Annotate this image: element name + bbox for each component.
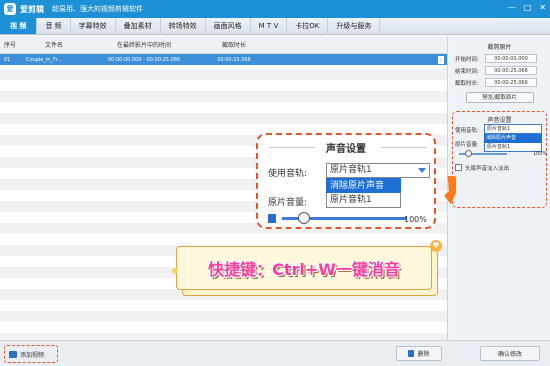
duration-field[interactable]: 00:00:25.066 [485,78,537,87]
table-row[interactable]: 01 Couple_In_Fr... 00:00:00.000 - 00:00:… [0,54,447,65]
tab-karaoke[interactable]: 卡拉OK [287,18,329,34]
callout-volume-label: 原片音量: [268,198,308,208]
right-panel: 裁剪原片 开始时间: 00:00:00.000 结束时间: 00:00:25.0… [449,36,550,340]
add-video-icon [9,350,17,358]
app-slogan: 超易用、强大的视频剪辑软件 [52,5,143,13]
tab-video[interactable]: 视 频 [0,18,38,34]
callout-volume-handle[interactable] [298,212,310,224]
row-index: 01 [4,56,11,63]
track-select[interactable]: 原片音轨1 [484,124,542,134]
speaker-icon [268,214,276,223]
callout-title: 声音设置 [326,144,366,155]
start-time-label: 开始时间: [455,56,479,63]
main-tabs: 视 频 音 频 字幕特效 叠加素材 转场特效 画面风格 M T V 卡拉OK 升… [0,18,550,35]
volume-label: 原片音量: [455,142,479,148]
track-option-mute[interactable]: 消除原片声音 [484,134,542,143]
end-time-field[interactable]: 00:00:25.066 [485,66,537,75]
callout-track-label: 使用音轨: [268,169,308,179]
tab-transition[interactable]: 转场特效 [161,18,206,34]
chevron-down-icon [418,168,426,173]
tab-style[interactable]: 画面风格 [206,18,251,34]
close-button[interactable]: ✕ [539,3,546,12]
trash-icon [408,350,415,357]
tab-audio[interactable]: 音 频 [37,18,71,34]
decoration-dot-icon [172,268,178,274]
heart-icon: ♥ [430,240,442,252]
shortcut-banner: 快捷键：Ctrl+W一键消音 ♥ [172,240,442,298]
header-filename[interactable]: 文件名 [22,40,82,49]
tab-mtv[interactable]: M T V [251,18,288,34]
row-menu-icon[interactable]: ⋮ [438,55,444,64]
callout-option-original[interactable]: 原片音轨1 [326,193,401,208]
title-bar: 爱 爱剪辑 超易用、强大的视频剪辑软件 — □ ✕ [0,0,550,18]
end-time-label: 结束时间: [455,68,479,75]
row-filename: Couple_In_Fr... [26,56,62,63]
callout-track-selected: 原片音轨1 [330,165,372,175]
header-time[interactable]: 在最终影片中的时间 [82,40,202,49]
row-time: 00:00:00.000 - 00:00:25.066 [107,56,181,63]
shortcut-text: 快捷键：Ctrl+W一键消音 [208,260,400,279]
sound-section-title: 声音设置 [487,117,512,124]
fade-label: 头尾声音淡入淡出 [465,166,510,172]
start-time-field[interactable]: 00:00:00.000 [485,54,537,63]
add-video-label: 添加视频 [20,351,45,359]
fade-checkbox[interactable] [455,164,462,171]
delete-button[interactable]: 删除 [396,346,442,361]
maximize-button[interactable]: □ [524,3,532,12]
sound-settings-callout: 声音设置 使用音轨: 原片音轨1 原片音量: 消除原片声音 原片音轨1 100% [256,133,436,229]
callout-volume-percent: 100% [404,215,427,224]
add-video-button[interactable]: 添加视频 [4,345,58,363]
track-label: 使用音轨: [455,128,479,134]
app-logo-icon: 爱 [4,3,16,15]
bottom-bar: 添加视频 删除 确认修改 [0,340,550,366]
tab-subtitle-effects[interactable]: 字幕特效 [71,18,116,34]
duration-label: 截取时长: [455,80,479,87]
volume-percent: 100% [533,151,548,157]
cut-section-title: 裁剪原片 [487,44,512,51]
delete-label: 删除 [417,351,430,358]
minimize-button[interactable]: — [508,3,516,12]
header-duration[interactable]: 截取时长 [202,40,262,49]
tab-upgrade[interactable]: 升级与服务 [328,18,381,34]
header-index[interactable]: 序号 [0,40,22,49]
callout-option-mute[interactable]: 消除原片声音 [326,178,401,193]
preview-cut-button[interactable]: 预览/截取原片 [465,92,534,103]
row-duration: 00:00:25.066 [217,56,251,63]
tab-overlay[interactable]: 叠加素材 [116,18,161,34]
volume-slider-handle[interactable] [465,150,472,157]
confirm-button[interactable]: 确认修改 [480,346,540,361]
app-name: 爱剪辑 [20,4,44,14]
callout-track-select[interactable]: 原片音轨1 [326,163,430,178]
list-header: 序号 文件名 在最终影片中的时间 截取时长 [0,36,447,54]
